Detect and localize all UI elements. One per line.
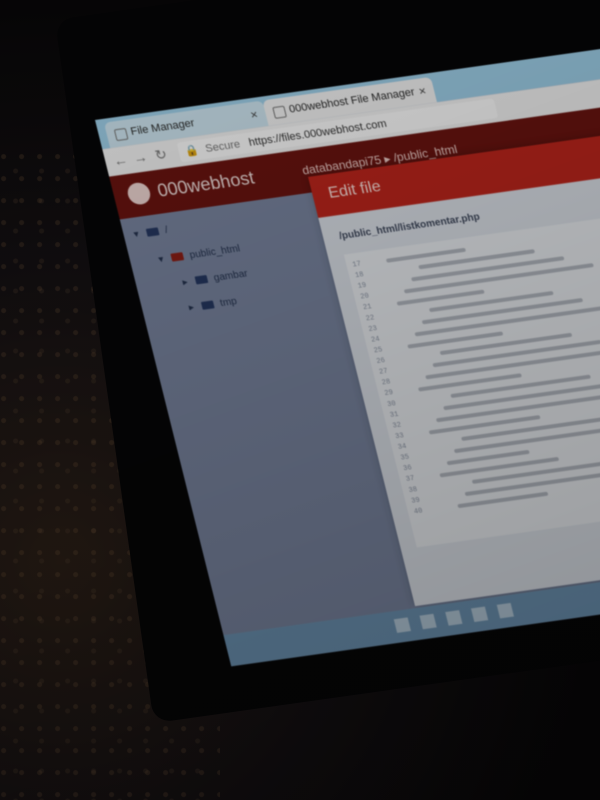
lock-icon: 🔒 xyxy=(183,144,200,158)
tree-item-gambar[interactable]: ▸ gambar xyxy=(181,268,249,288)
page-icon xyxy=(113,127,129,142)
back-icon[interactable]: ← xyxy=(111,151,129,169)
modal-title: Edit file xyxy=(326,178,383,202)
line-number: 38 xyxy=(407,485,419,495)
reload-icon[interactable]: ↻ xyxy=(153,146,169,164)
taskbar-app-icon[interactable] xyxy=(445,610,463,626)
tree-root-label: / xyxy=(163,225,170,237)
folder-icon xyxy=(200,300,215,311)
line-number: 37 xyxy=(405,475,416,485)
tree-item-label: gambar xyxy=(212,268,249,284)
line-number: 32 xyxy=(391,421,403,431)
line-number: 24 xyxy=(370,335,381,345)
line-number: 30 xyxy=(386,399,397,409)
line-number: 40 xyxy=(413,507,424,517)
line-number: 26 xyxy=(375,357,387,367)
forward-icon[interactable]: → xyxy=(131,148,149,166)
close-icon[interactable]: × xyxy=(416,78,429,104)
taskbar-app-icon[interactable] xyxy=(419,613,437,630)
line-number: 20 xyxy=(359,292,371,302)
chevron-down-icon[interactable]: ▾ xyxy=(133,228,146,240)
line-number: 33 xyxy=(394,432,405,442)
brand-name: 000webhost xyxy=(155,167,257,201)
line-number: 34 xyxy=(397,442,408,452)
tree-root[interactable]: ▾ / xyxy=(133,225,170,241)
line-number: 22 xyxy=(365,314,376,324)
folder-icon xyxy=(194,275,209,285)
brand-logo-icon xyxy=(125,181,153,206)
folder-icon xyxy=(170,252,185,262)
chevron-right-icon[interactable]: ▸ xyxy=(188,301,201,313)
tree-item-label: public_html xyxy=(188,243,242,261)
line-number: 39 xyxy=(410,496,421,506)
line-number: 27 xyxy=(378,367,389,377)
chevron-right-icon[interactable]: ▸ xyxy=(181,276,194,288)
line-number: 31 xyxy=(389,410,400,420)
line-number: 28 xyxy=(381,378,392,388)
taskbar-app-icon[interactable] xyxy=(470,606,489,623)
line-number: 18 xyxy=(354,271,365,281)
line-number: 17 xyxy=(351,260,362,270)
line-number: 35 xyxy=(399,453,411,463)
line-number: 21 xyxy=(362,303,373,313)
taskbar-app-icon[interactable] xyxy=(393,617,411,633)
line-number: 25 xyxy=(373,346,384,356)
folder-icon xyxy=(145,227,160,238)
taskbar-app-icon[interactable] xyxy=(496,602,514,619)
tree-item-label: tmp xyxy=(218,296,239,310)
tree-item-tmp[interactable]: ▸ tmp xyxy=(188,296,238,313)
tree-item-public_html[interactable]: ▾ public_html xyxy=(157,243,241,265)
page-icon xyxy=(272,105,288,119)
tab-label: File Manager xyxy=(129,117,196,138)
line-number: 29 xyxy=(383,389,395,399)
close-icon[interactable]: × xyxy=(247,102,260,128)
code-line xyxy=(439,332,573,356)
line-number: 19 xyxy=(357,281,368,291)
line-number: 23 xyxy=(367,324,379,334)
line-number: 36 xyxy=(402,464,413,474)
chevron-down-icon[interactable]: ▾ xyxy=(157,253,170,265)
secure-label: Secure xyxy=(204,138,242,155)
